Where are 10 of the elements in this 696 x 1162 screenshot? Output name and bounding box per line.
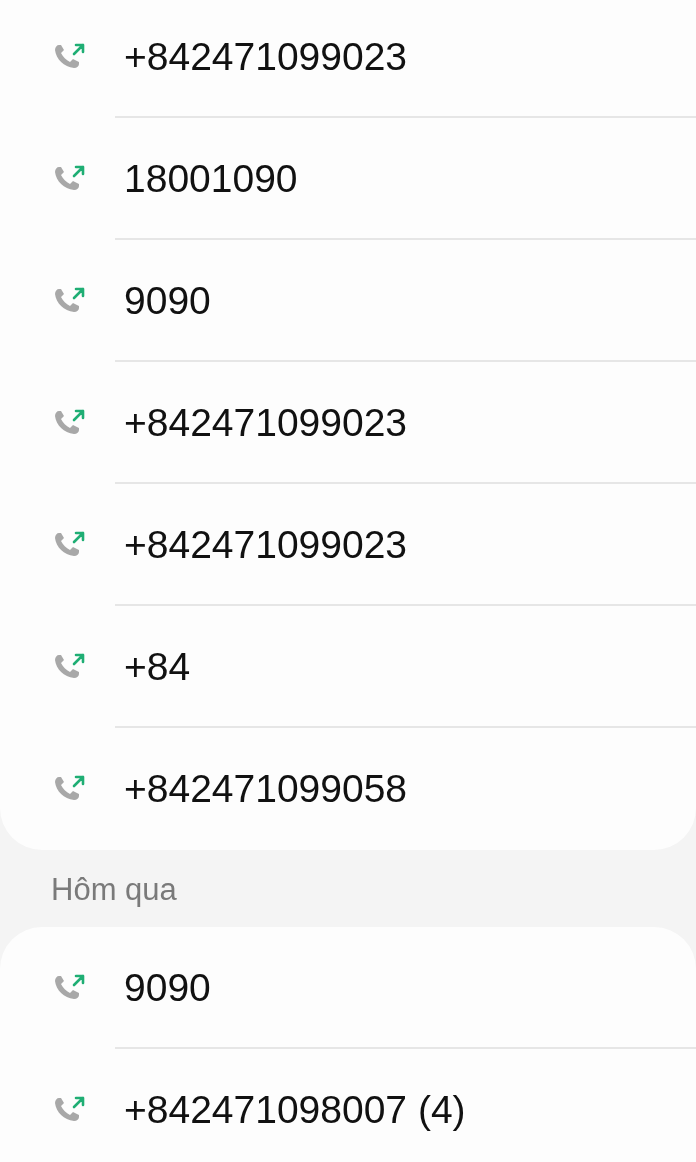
phone-number[interactable]: +842471099058 bbox=[124, 759, 408, 819]
phone-number[interactable]: +84 bbox=[124, 637, 191, 697]
phone-number[interactable]: 18001090 bbox=[124, 149, 298, 209]
phone-number[interactable]: +842471099023 bbox=[124, 393, 408, 453]
phone-number[interactable]: +842471098007 (4) bbox=[124, 1080, 466, 1140]
phone-number[interactable]: +842471099023 bbox=[124, 27, 408, 87]
phone-number[interactable]: 9090 bbox=[124, 271, 211, 331]
section-header: Hôm qua bbox=[51, 870, 177, 909]
phone-number[interactable]: +842471099023 bbox=[124, 515, 408, 575]
phone-number[interactable]: 9090 bbox=[124, 958, 211, 1018]
